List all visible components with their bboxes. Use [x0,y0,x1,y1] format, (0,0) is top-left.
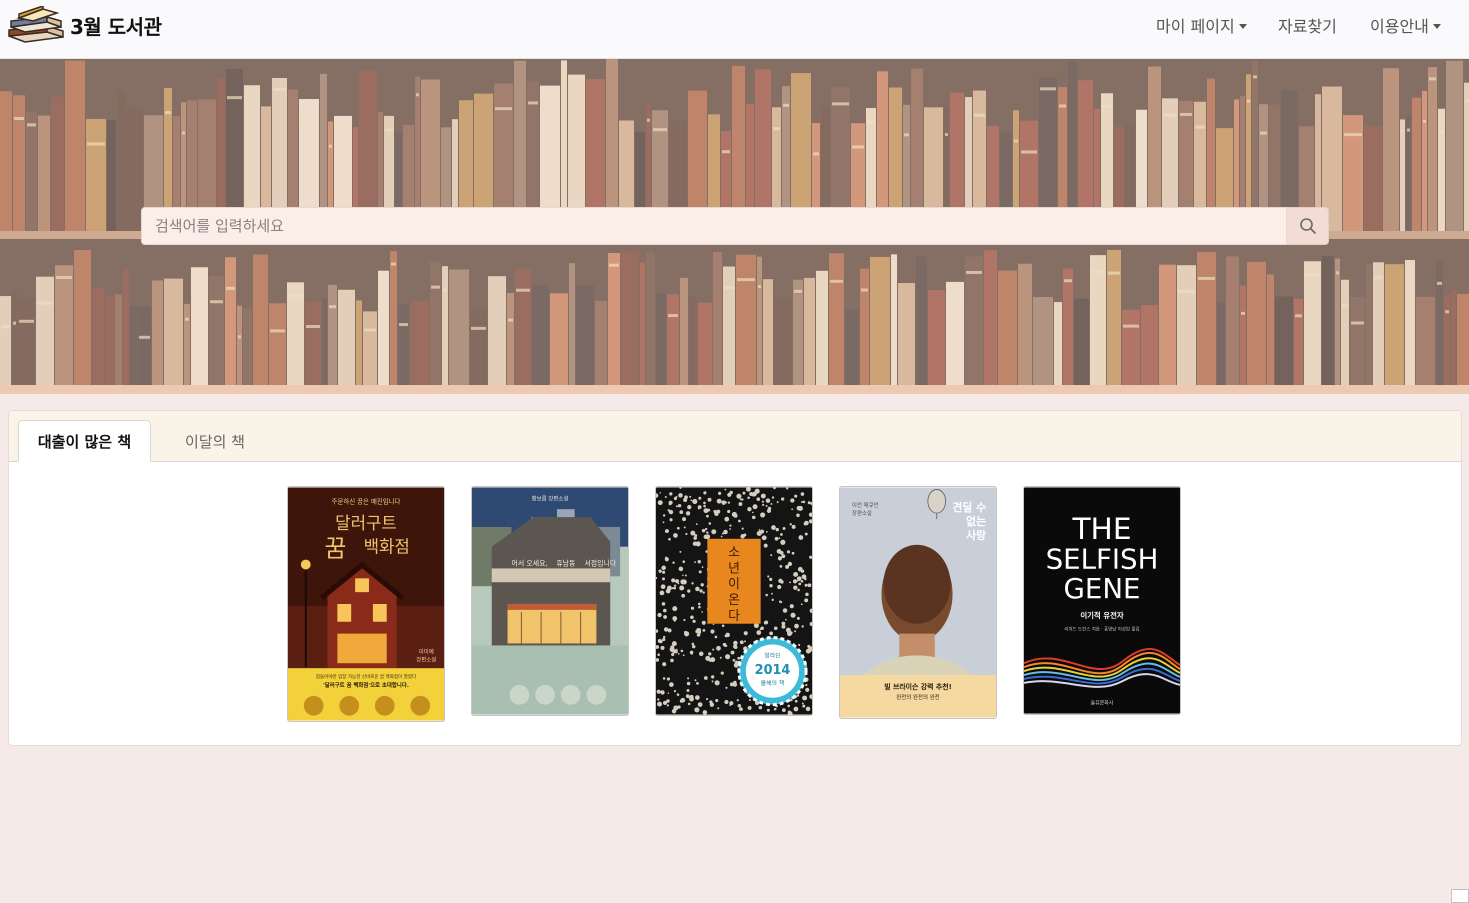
nav-find-materials-link[interactable]: 자료찾기 [1278,13,1337,37]
cover-text: 리처드 도킨스 지음 · 홍영남 이상임 옮김 [1064,626,1139,633]
book-cover-hyunam-bookstore[interactable]: 황보름 장편소설 어서 오세요, 휴남동 서점입니다 [471,486,629,716]
tab-book-of-month[interactable]: 이달의 책 [159,420,271,462]
cover-text: 이 [728,577,740,592]
cover-text: '달러구트 꿈 백화점'으로 초대합니다. [323,681,409,689]
tab-bar: 대출이 많은 책 이달의 책 [9,411,1461,462]
cover-text: 빌 브라이슨 강력 추천! [884,682,952,691]
nav-my-page-dropdown[interactable]: 마이 페이지 [1156,13,1247,37]
cover-text: 이언 매큐언 [852,501,879,509]
scroll-corner [1451,889,1469,903]
tab-label: 대출이 많은 책 [37,432,132,451]
search-input[interactable] [141,207,1287,245]
tab-most-borrowed[interactable]: 대출이 많은 책 [18,420,151,462]
search-bar [141,207,1329,245]
cover-text: 올해의 책 [761,679,785,687]
cover-text: 백화점 [364,537,410,557]
cover-text: 년 [728,561,740,576]
caret-down-icon [1238,23,1247,29]
cover-text: THE [1071,512,1131,546]
caret-down-icon [1432,23,1441,29]
hero-banner [0,59,1469,394]
book-cover-image: THE SELFISH GENE 이기적 유전자 리처드 도킨스 지음 · 홍영… [1024,487,1180,714]
book-cover-dollargut[interactable]: 주문하신 꿈은 매진입니다 달러구트 꿈 백화점 이미예 장편소설 잠들어야만 … [287,486,445,722]
nav-my-page-label: 마이 페이지 [1156,17,1235,36]
nav-guide-label: 이용안내 [1370,17,1429,36]
cover-text: 잠들어야만 입장 가능한 신비로운 꿈 백화점이 열렸다 [316,673,417,680]
search-button[interactable] [1287,207,1329,245]
cover-text: 없는 [966,515,986,528]
cover-text: 어서 오세요, [511,558,547,567]
cover-text: 을유문화사 [1091,700,1114,707]
cover-text: 소 [728,546,740,561]
cover-text: GENE [1064,572,1141,605]
cover-text: 장편소설 [416,655,436,663]
search-icon [1299,218,1316,234]
cover-text: 서점입니다 [584,558,616,567]
cover-text: SELFISH [1046,542,1159,575]
book-cover-image: 소 년 이 온 다 알라딘 2014 올해의 책 [656,487,812,715]
cover-text: 꿈 [324,535,346,563]
brand-link[interactable]: 3월 도서관 [7,5,162,45]
cover-text: 황보름 장편소설 [532,494,569,502]
book-tabs-card: 대출이 많은 책 이달의 책 주문하신 꿈은 매진입니다 달러구트 꿈 백화점 [8,410,1462,746]
cover-text: 사랑 [966,528,986,542]
nav-guide-dropdown[interactable]: 이용안내 [1370,13,1441,37]
book-cover-human-acts[interactable]: 소 년 이 온 다 알라딘 2014 올해의 책 [655,486,813,716]
cover-text: 온 [728,593,740,608]
cover-text: 달러구트 [335,513,397,533]
cover-text: 이기적 유전자 [1080,611,1124,620]
brand-title: 3월 도서관 [70,14,162,39]
book-stack-icon [8,6,64,43]
book-cover-image: 황보름 장편소설 어서 오세요, 휴남동 서점입니다 [472,487,628,715]
book-cover-selfish-gene[interactable]: THE SELFISH GENE 이기적 유전자 리처드 도킨스 지음 · 홍영… [1023,486,1181,715]
book-cover-image: 주문하신 꿈은 매진입니다 달러구트 꿈 백화점 이미예 장편소설 잠들어야만 … [288,487,444,721]
book-cover-enduring-love[interactable]: 이언 매큐언 장편소설 견딜 수 없는 사랑 빌 브라이슨 강력 추천! 완전의… [839,486,997,719]
cover-text: 이미예 [419,647,434,655]
book-cover-image: 이언 매큐언 장편소설 견딜 수 없는 사랑 빌 브라이슨 강력 추천! 완전의… [840,487,996,718]
cover-text: 알라딘 [764,651,780,659]
cover-text: 장편소설 [852,509,872,517]
cover-text: 주문하신 꿈은 매진입니다 [332,496,401,505]
cover-text: 다 [728,609,740,624]
nav-find-materials-label: 자료찾기 [1278,17,1337,36]
cover-text: 2014 [755,663,791,678]
cover-text: 휴남동 [556,558,575,567]
tab-label: 이달의 책 [185,432,245,451]
cover-text: 완전의 완전의 완전 [896,693,939,701]
top-navbar: 3월 도서관 마이 페이지 자료찾기 이용안내 [0,0,1469,59]
cover-text: 견딜 수 [952,500,986,514]
